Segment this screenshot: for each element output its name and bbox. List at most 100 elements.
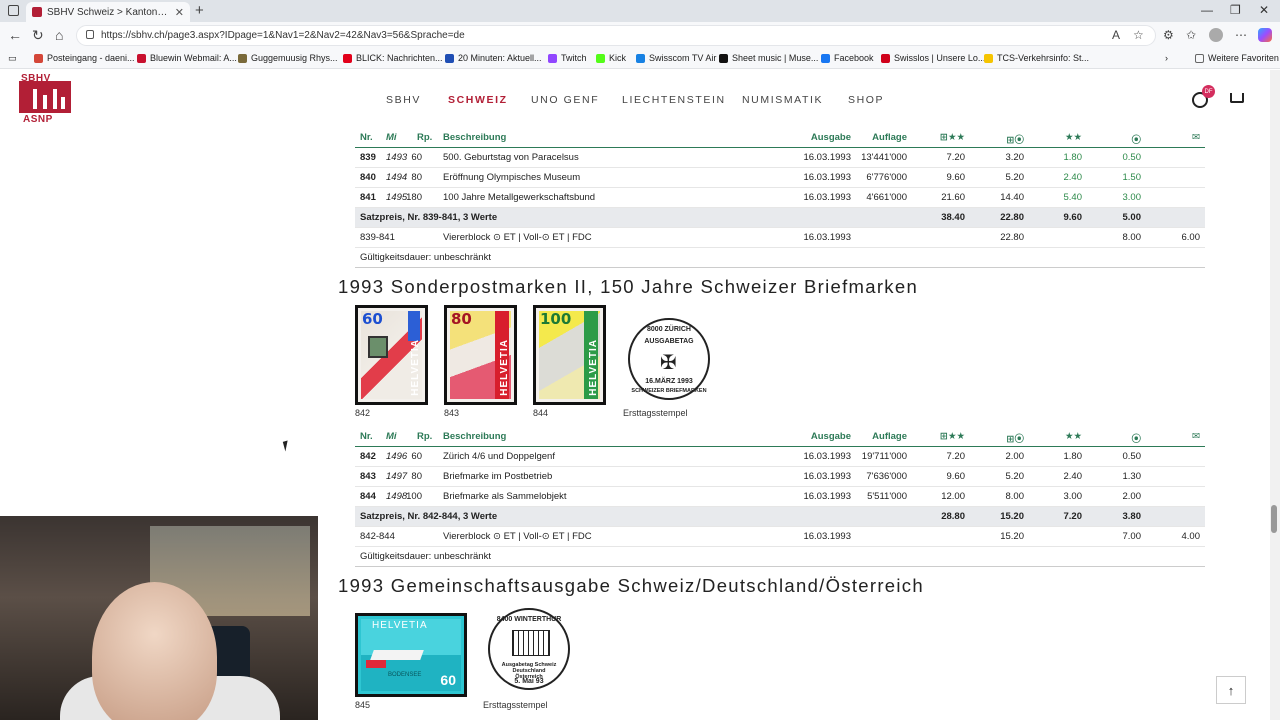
cell-c3: 9.60 <box>1063 212 1083 223</box>
stamp-motif <box>366 660 386 668</box>
scrollbar-track[interactable] <box>1270 70 1280 720</box>
cancel-label: Ersttagsstempel <box>623 408 688 418</box>
bookmark-item[interactable]: Kick <box>596 53 626 63</box>
bookmark-item[interactable]: 20 Minuten: Aktuell... <box>445 53 542 63</box>
maximize-icon[interactable]: ❐ <box>1230 3 1241 17</box>
more-menu-icon[interactable]: ⋯ <box>1235 28 1247 42</box>
bookmark-item[interactable]: Facebook <box>821 53 874 63</box>
read-aloud-icon[interactable]: A <box>1112 28 1120 42</box>
cell-rp: 100 <box>406 491 422 502</box>
cancel-date: 16.MÄRZ 1993 <box>645 378 693 385</box>
cell-c2: 8.00 <box>1005 491 1025 502</box>
cell-desc: Viererblock ⊙ ET | Voll-⊙ ET | FDC <box>443 531 592 542</box>
validity-row: Gültigkeitsdauer: unbeschränkt <box>355 547 1205 567</box>
nav-shop[interactable]: SHOP <box>848 94 884 106</box>
cross-emblem-icon: ✠ <box>660 352 677 374</box>
col-auflage: Auflage <box>872 132 907 143</box>
url-field[interactable]: https://sbhv.ch/page3.aspx?IDpage=1&Nav1… <box>76 25 1156 46</box>
bookmark-favicon-icon <box>137 53 146 63</box>
bookmark-item[interactable]: BLICK: Nachrichten... <box>343 53 443 63</box>
extension-icon[interactable]: ⚙ <box>1163 28 1174 42</box>
bookmark-item[interactable]: TCS-Verkehrsinfo: St... <box>984 53 1089 63</box>
bookmark-item[interactable]: Bluewin Webmail: A... <box>137 53 237 63</box>
building-emblem-icon <box>512 630 550 656</box>
cell-c1: 7.20 <box>946 451 966 462</box>
cell-mi: 1495 <box>386 192 408 203</box>
cell-c1: 38.40 <box>941 212 965 223</box>
cell-c4: 1.30 <box>1122 471 1142 482</box>
folder-icon <box>1195 53 1204 63</box>
cell-c2: 15.20 <box>1000 531 1024 542</box>
chevron-right-icon[interactable]: › <box>1165 53 1168 63</box>
copilot-icon[interactable] <box>1258 28 1272 42</box>
col-fdc: ✉ <box>1192 431 1200 442</box>
col-rp: Rp. <box>417 431 433 442</box>
cell-c4: 2.00 <box>1122 491 1142 502</box>
lock-icon[interactable] <box>86 30 94 39</box>
cell-sum-label: Satzpreis, Nr. 839-841, 3 Werte <box>360 212 498 223</box>
mouse-cursor-icon <box>282 440 291 452</box>
scroll-to-top-button[interactable]: ↑ <box>1216 676 1246 704</box>
minimize-icon[interactable]: — <box>1201 3 1213 17</box>
bookmark-item[interactable]: Swisscom TV Air <box>636 53 716 63</box>
table-row: 839 1493 60 500. Geburtstag von Paracelsus 1… <box>355 148 1205 168</box>
bookmark-item[interactable]: Sheet music | Muse... <box>719 53 818 63</box>
scrollbar-thumb[interactable] <box>1271 505 1277 533</box>
tab-actions-icon[interactable] <box>8 5 19 16</box>
bookmark-favicon-icon <box>596 53 605 63</box>
stamp-number: 843 <box>444 408 460 418</box>
reload-icon[interactable]: ↻ <box>32 27 44 44</box>
first-day-cancel[interactable]: 8000 ZÜRICH AUSGABETAG ✠ 16.MÄRZ 1993 SC… <box>628 318 710 400</box>
cell-c4: 7.00 <box>1122 531 1142 542</box>
cell-c4: 3.00 <box>1122 192 1142 203</box>
first-day-cancel[interactable]: 8400 WINTERTHUR Ausgabetag Schweiz Deuts… <box>488 608 570 690</box>
browser-tab[interactable]: SBHV Schweiz > Kantonal- und F... ✕ <box>26 2 190 22</box>
validity-text: Gültigkeitsdauer: unbeschränkt <box>360 551 491 562</box>
stamp-image[interactable]: 80 HELVETIA <box>444 305 517 405</box>
cell-c3: 1.80 <box>1063 152 1083 163</box>
cell-c1: 9.60 <box>946 471 966 482</box>
bookmark-favicon-icon <box>34 53 43 63</box>
bookmark-favicon-icon <box>984 53 993 63</box>
nav-sbhv[interactable]: SBHV <box>386 94 421 106</box>
cell-nr: 844 <box>360 491 376 502</box>
nav-numismatik[interactable]: NUMISMATIK <box>742 94 823 106</box>
cart-icon[interactable] <box>1230 93 1244 103</box>
bookmark-item[interactable]: Posteingang - daeni... <box>34 53 135 63</box>
stamp-image[interactable]: 60 HELVETIA <box>355 305 428 405</box>
stamp-image[interactable]: 100 HELVETIA <box>533 305 606 405</box>
col-nr: Nr. <box>360 132 373 143</box>
cancel-date: 5. Mai 93 <box>514 678 544 685</box>
back-icon[interactable]: ← <box>8 27 22 43</box>
cell-ausgabe: 16.03.1993 <box>803 471 851 482</box>
bookmark-item[interactable]: Swisslos | Unsere Lo... <box>881 53 985 63</box>
favorite-star-icon[interactable]: ☆ <box>1133 28 1144 42</box>
nav-liechtenstein[interactable]: LIECHTENSTEIN <box>622 94 726 106</box>
favorites-icon[interactable]: ✩ <box>1186 28 1196 42</box>
cell-rp: 60 <box>411 152 422 163</box>
bookmark-item[interactable]: Guggemuusig Rhys... <box>238 53 338 63</box>
bookmark-item[interactable]: Twitch <box>548 53 587 63</box>
new-tab-icon[interactable]: + <box>195 2 204 19</box>
col-block-mint: ⊞★★ <box>940 431 965 442</box>
cell-c2: 2.00 <box>1005 451 1025 462</box>
bookmarks-menu-icon[interactable]: ▭ <box>8 53 17 64</box>
cell-desc: Eröffnung Olympisches Museum <box>443 172 581 183</box>
stamp-image[interactable]: HELVETIA BODENSEE 60 <box>355 613 467 697</box>
bookmark-favicon-icon <box>821 53 830 63</box>
site-favicon-icon <box>32 7 42 17</box>
home-icon[interactable]: ⌂ <box>55 27 63 43</box>
nav-schweiz[interactable]: SCHWEIZ <box>448 94 508 106</box>
tab-title: SBHV Schweiz > Kantonal- und F... <box>47 6 170 18</box>
webcam-person-head <box>92 582 217 720</box>
close-tab-icon[interactable]: ✕ <box>175 6 184 19</box>
stamp-motif <box>370 650 424 660</box>
cell-c2: 22.80 <box>1000 212 1024 223</box>
other-favorites[interactable]: Weitere Favoriten <box>1195 53 1279 63</box>
profile-avatar[interactable] <box>1209 28 1223 42</box>
cell-rp: 180 <box>406 192 422 203</box>
close-window-icon[interactable]: ✕ <box>1259 3 1269 17</box>
cell-sum-label: Satzpreis, Nr. 842-844, 3 Werte <box>360 511 498 522</box>
nav-uno-genf[interactable]: UNO GENF <box>531 94 599 106</box>
sbhv-logo[interactable]: SBHV ASNP <box>19 73 73 125</box>
